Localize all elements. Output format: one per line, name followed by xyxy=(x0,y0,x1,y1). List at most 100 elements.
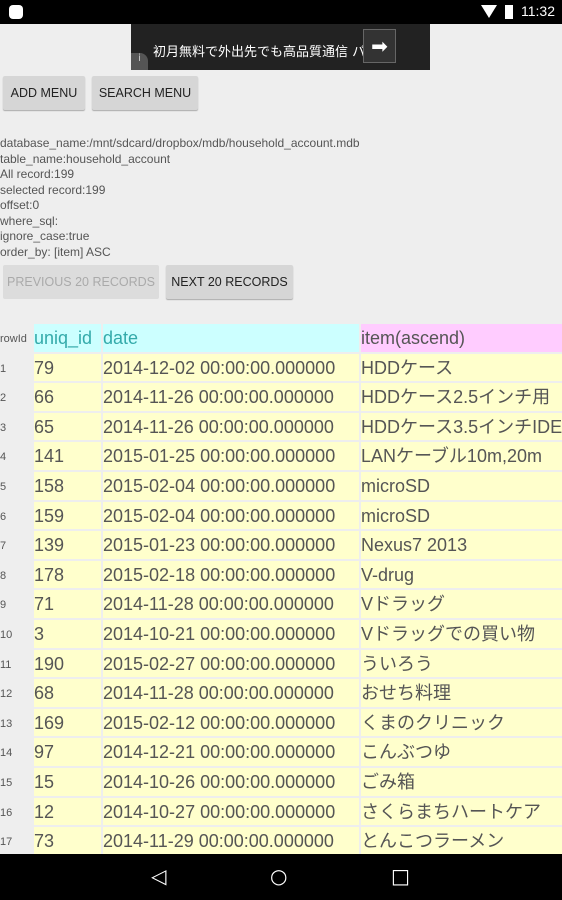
cell-item[interactable]: V-drug xyxy=(361,560,562,589)
cell-rowid: 2 xyxy=(0,392,7,405)
table-row[interactable]: 16 12 2014-10-27 00:00:00.000000 さくらまちハートケア xyxy=(0,797,562,828)
cell-date[interactable]: 2014-10-26 00:00:00.000000 xyxy=(103,767,359,796)
table-row[interactable]: 4 141 2015-01-25 00:00:00.000000 LANケーブル10m… xyxy=(0,442,562,472)
table-row[interactable]: 14 97 2014-12-21 00:00:00.000000 こんぶつゆ xyxy=(0,738,562,768)
table-row[interactable]: 6 159 2015-02-04 00:00:00.000000 microSD xyxy=(0,501,562,532)
info-database: database_name:/mnt/sdcard/dropbox/mdb/ho… xyxy=(0,136,360,150)
cell-date[interactable]: 2014-11-26 00:00:00.000000 xyxy=(103,383,359,411)
cell-item[interactable]: さくらまちハートケア xyxy=(361,797,562,826)
add-menu-button[interactable]: ADD MENU xyxy=(3,76,85,110)
cell-date[interactable]: 2015-02-12 00:00:00.000000 xyxy=(103,708,359,737)
info-offset: offset:0 xyxy=(0,198,40,212)
cell-uniq-id[interactable]: 97 xyxy=(34,738,101,766)
table-row[interactable]: 9 71 2014-11-28 00:00:00.000000 Vドラッグ xyxy=(0,590,562,620)
cell-date[interactable]: 2014-11-28 00:00:00.000000 xyxy=(103,590,359,618)
cell-uniq-id[interactable]: 158 xyxy=(34,471,101,500)
table-row[interactable]: 17 73 2014-11-29 00:00:00.000000 とんこつラーメン xyxy=(0,827,562,857)
cell-uniq-id[interactable]: 159 xyxy=(34,501,101,530)
cell-rowid: 16 xyxy=(0,806,13,819)
cell-item[interactable]: Vドラッグでの買い物 xyxy=(361,619,562,648)
previous-records-button[interactable]: PREVIOUS 20 RECORDS xyxy=(3,265,159,299)
arrow-right-icon[interactable]: ➡ xyxy=(363,29,396,63)
cell-date[interactable]: 2015-01-23 00:00:00.000000 xyxy=(103,531,359,559)
cell-rowid: 6 xyxy=(0,510,7,523)
cell-uniq-id[interactable]: 190 xyxy=(34,649,101,678)
cell-uniq-id[interactable]: 73 xyxy=(34,827,101,855)
cell-date[interactable]: 2014-11-28 00:00:00.000000 xyxy=(103,679,359,707)
table-row[interactable]: 15 15 2014-10-26 00:00:00.000000 ごみ箱 xyxy=(0,767,562,798)
cell-date[interactable]: 2015-02-27 00:00:00.000000 xyxy=(103,649,359,678)
cell-item[interactable]: ういろう xyxy=(361,649,562,678)
cell-date[interactable]: 2014-12-21 00:00:00.000000 xyxy=(103,738,359,766)
recents-icon[interactable]: □ xyxy=(391,864,410,888)
cell-uniq-id[interactable]: 66 xyxy=(34,383,101,411)
header-item[interactable]: item(ascend) xyxy=(361,324,562,352)
cell-item[interactable]: HDDケース2.5インチ用 xyxy=(361,383,562,411)
cell-uniq-id[interactable]: 178 xyxy=(34,560,101,589)
table-row[interactable]: 1 79 2014-12-02 00:00:00.000000 HDDケース xyxy=(0,353,562,384)
ad-banner[interactable]: 初月無料で外出先でも高品質通信 パソ i ➡ xyxy=(131,24,430,70)
cell-rowid: 15 xyxy=(0,776,13,789)
header-uniq-id[interactable]: uniq_id xyxy=(34,324,101,352)
cell-rowid: 12 xyxy=(0,688,13,701)
cell-date[interactable]: 2015-01-25 00:00:00.000000 xyxy=(103,442,359,470)
cell-rowid: 9 xyxy=(0,599,7,612)
cell-date[interactable]: 2014-11-26 00:00:00.000000 xyxy=(103,412,359,441)
table-row[interactable]: 2 66 2014-11-26 00:00:00.000000 HDDケース2.5イン… xyxy=(0,383,562,413)
table-row[interactable]: 7 139 2015-01-23 00:00:00.000000 Nexus7 201… xyxy=(0,531,562,561)
cell-rowid: 14 xyxy=(0,747,13,760)
info-selected-record: selected record:199 xyxy=(0,182,106,197)
cell-uniq-id[interactable]: 79 xyxy=(34,353,101,382)
cell-rowid: 17 xyxy=(0,836,13,849)
table-row[interactable]: 11 190 2015-02-27 00:00:00.000000 ういろう xyxy=(0,649,562,680)
header-date[interactable]: date xyxy=(103,324,359,352)
home-icon[interactable]: ○ xyxy=(270,864,287,888)
cell-item[interactable]: くまのクリニック xyxy=(361,708,562,737)
cell-item[interactable]: microSD xyxy=(361,501,562,530)
header-rowid: rowId xyxy=(0,333,27,345)
cell-date[interactable]: 2015-02-04 00:00:00.000000 xyxy=(103,471,359,500)
cell-uniq-id[interactable]: 169 xyxy=(34,708,101,737)
table-row[interactable]: 13 169 2015-02-12 00:00:00.000000 くまのクリニック xyxy=(0,708,562,739)
table-row[interactable]: 8 178 2015-02-18 00:00:00.000000 V-drug xyxy=(0,560,562,591)
table-row[interactable]: 3 65 2014-11-26 00:00:00.000000 HDDケース3.5イン… xyxy=(0,412,562,443)
table-row[interactable]: 5 158 2015-02-04 00:00:00.000000 microSD xyxy=(0,471,562,502)
cell-uniq-id[interactable]: 15 xyxy=(34,767,101,796)
cell-item[interactable]: Vドラッグ xyxy=(361,590,562,618)
cell-date[interactable]: 2014-10-21 00:00:00.000000 xyxy=(103,619,359,648)
cell-item[interactable]: HDDケース3.5インチIDE xyxy=(361,412,562,441)
cell-uniq-id[interactable]: 141 xyxy=(34,442,101,470)
cell-uniq-id[interactable]: 71 xyxy=(34,590,101,618)
cell-uniq-id[interactable]: 65 xyxy=(34,412,101,441)
cell-uniq-id[interactable]: 139 xyxy=(34,531,101,559)
info-where: where_sql: xyxy=(0,213,59,228)
cell-date[interactable]: 2015-02-04 00:00:00.000000 xyxy=(103,501,359,530)
cell-item[interactable]: microSD xyxy=(361,471,562,500)
cell-rowid: 1 xyxy=(0,362,7,375)
table-row[interactable]: 12 68 2014-11-28 00:00:00.000000 おせち料理 xyxy=(0,679,562,709)
cell-date[interactable]: 2014-10-27 00:00:00.000000 xyxy=(103,797,359,826)
ad-text[interactable]: 初月無料で外出先でも高品質通信 パソ xyxy=(153,41,378,60)
cell-item[interactable]: とんこつラーメン xyxy=(361,827,562,855)
cell-item[interactable]: ごみ箱 xyxy=(361,767,562,796)
cell-item[interactable]: こんぶつゆ xyxy=(361,738,562,766)
navigation-bar: ◁ ○ □ xyxy=(0,854,562,900)
cell-uniq-id[interactable]: 12 xyxy=(34,797,101,826)
ad-info-icon[interactable]: i xyxy=(131,53,148,70)
cell-date[interactable]: 2015-02-18 00:00:00.000000 xyxy=(103,560,359,589)
records-table: rowId uniq_id date item(ascend) 1 79 2014-… xyxy=(0,324,562,857)
cell-item[interactable]: Nexus7 2013 xyxy=(361,531,562,559)
search-menu-button[interactable]: SEARCH MENU xyxy=(92,76,198,110)
cell-date[interactable]: 2014-12-02 00:00:00.000000 xyxy=(103,353,359,382)
cell-uniq-id[interactable]: 68 xyxy=(34,679,101,707)
back-icon[interactable]: ◁ xyxy=(151,864,166,888)
cell-item[interactable]: おせち料理 xyxy=(361,679,562,707)
cell-date[interactable]: 2014-11-29 00:00:00.000000 xyxy=(103,827,359,855)
cell-rowid: 7 xyxy=(0,540,7,553)
cell-uniq-id[interactable]: 3 xyxy=(34,619,101,648)
cell-item[interactable]: LANケーブル10m,20m xyxy=(361,442,562,470)
cell-item[interactable]: HDDケース xyxy=(361,353,562,382)
table-row[interactable]: 10 3 2014-10-21 00:00:00.000000 Vドラッグでの買い物 xyxy=(0,619,562,650)
wifi-icon xyxy=(481,5,497,18)
next-records-button[interactable]: NEXT 20 RECORDS xyxy=(166,265,293,299)
